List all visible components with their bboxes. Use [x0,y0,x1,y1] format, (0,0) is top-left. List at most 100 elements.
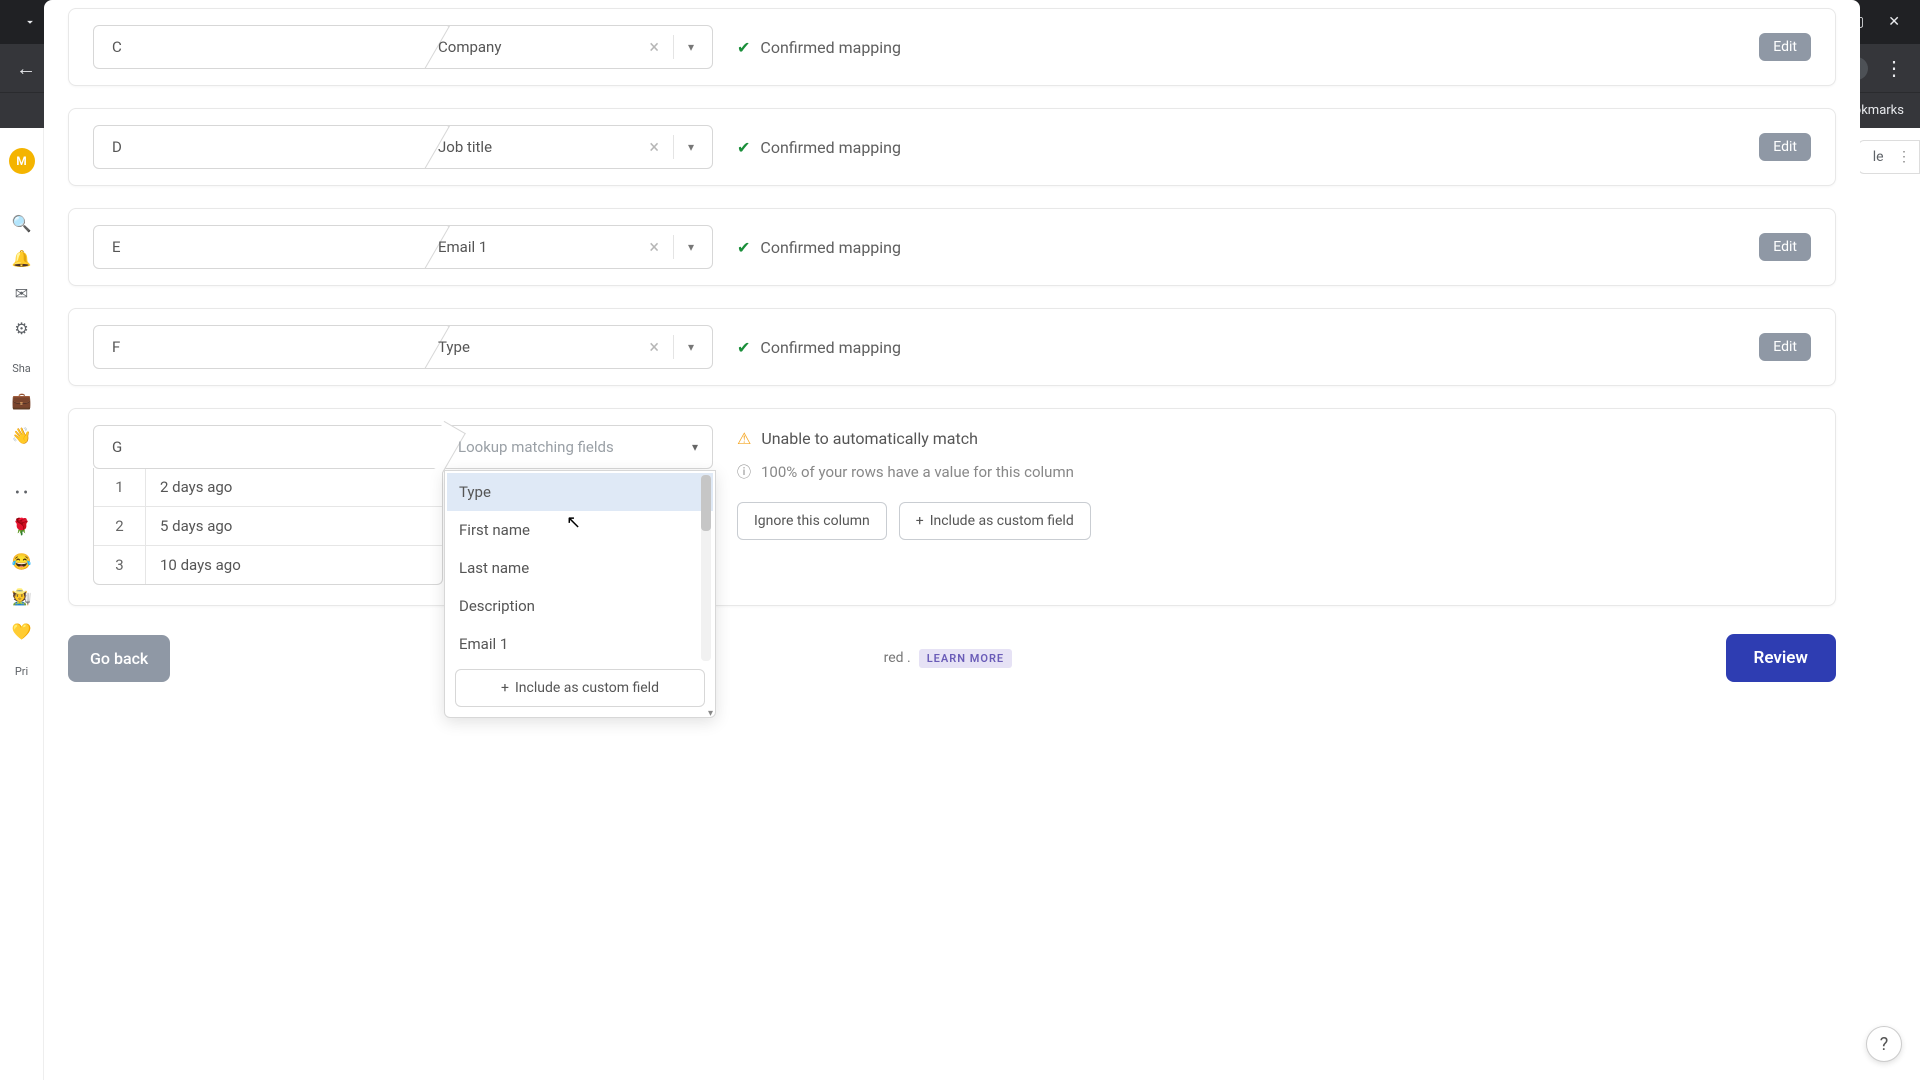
field-dropdown: Type First name Last name Description Em… [444,470,716,718]
mapping-row-d: D Job title × ▾ ✔ Confirmed mapping Edit [68,108,1836,186]
info-line: ⓘ 100% of your rows have a value for thi… [737,462,1091,482]
field-label: Job title [438,138,635,156]
sample-data-table: 1 2 days ago 2 5 days ago 3 10 days ago [93,468,443,585]
dropdown-scroll[interactable]: Type First name Last name Description Em… [447,473,713,663]
dropdown-option-email1[interactable]: Email 1 [447,625,713,663]
clear-icon[interactable]: × [645,337,663,358]
column-chip: F Type × ▾ [93,325,713,369]
footer-text-fragment: red . [884,650,911,666]
group-emoji-2[interactable]: 👋 [12,426,32,445]
mapping-row-f: F Type × ▾ ✔ Confirmed mapping Edit [68,308,1836,386]
check-icon: ✔ [737,38,750,57]
column-chip: G Lookup matching fields ▾ Type First na… [93,425,713,469]
row-value: 10 days ago [146,546,442,584]
dropdown-include-custom-field[interactable]: + Include as custom field [455,669,705,707]
mapping-status: ✔ Confirmed mapping [737,38,1735,57]
edit-button[interactable]: Edit [1759,233,1811,261]
rail-section-shared: Sha [12,362,31,375]
mapping-status: ✔ Confirmed mapping [737,138,1735,157]
learn-more-badge[interactable]: LEARN MORE [919,649,1012,668]
chevron-down-icon[interactable]: ▾ [684,140,698,154]
clear-icon[interactable]: × [645,37,663,58]
row-number: 3 [94,546,146,584]
chevron-down-icon[interactable]: ▾ [708,708,713,719]
column-g-left: G Lookup matching fields ▾ Type First na… [93,425,713,585]
edit-button[interactable]: Edit [1759,333,1811,361]
info-text: 100% of your rows have a value for this … [761,463,1074,481]
dropdown-option-last-name[interactable]: Last name [447,549,713,587]
check-icon: ✔ [737,138,750,157]
info-icon: ⓘ [737,462,751,482]
more-icon[interactable]: • • [15,485,28,501]
chevron-down-icon [23,15,37,29]
check-icon: ✔ [737,238,750,257]
bell-icon[interactable]: 🔔 [12,249,32,268]
column-letter: G [94,426,444,468]
row-number: 2 [94,507,146,545]
chevron-down-icon[interactable]: ▾ [684,40,698,54]
clear-icon[interactable]: × [645,237,663,258]
background-peek: le ⋮ [1858,140,1920,174]
plus-icon: + [916,513,924,529]
mapping-status: ✔ Confirmed mapping [737,238,1735,257]
footer-info: red . LEARN MORE [186,649,1709,668]
group-emoji-5[interactable]: 🧑‍🌾 [12,587,32,606]
column-g-right: ⚠ Unable to automatically match ⓘ 100% o… [737,425,1091,540]
field-select[interactable]: Email 1 × ▾ [424,235,712,259]
browser-menu-button[interactable]: ⋮ [1880,56,1908,80]
group-emoji-6[interactable]: 💛 [12,622,32,641]
clear-icon[interactable]: × [645,137,663,158]
field-select[interactable]: Job title × ▾ [424,135,712,159]
dots-icon: ⋮ [1897,149,1911,165]
field-label: Email 1 [438,238,635,256]
group-emoji-3[interactable]: 🌹 [12,517,32,536]
group-emoji-1[interactable]: 💼 [12,391,32,410]
group-emoji-4[interactable]: 😂 [12,552,32,571]
workspace-avatar[interactable]: M [9,148,35,174]
chevron-down-icon[interactable]: ▾ [692,440,698,454]
field-select[interactable]: Type × ▾ [424,335,712,359]
back-button[interactable]: ← [12,56,40,81]
dropdown-option-first-name[interactable]: First name [447,511,713,549]
chevron-down-icon[interactable]: ▾ [684,240,698,254]
row-value: 5 days ago [146,507,442,545]
close-window-button[interactable]: ✕ [1888,14,1900,30]
column-letter: F [94,338,424,356]
scrollbar-thumb[interactable] [701,475,711,531]
warning-text: Unable to automatically match [761,429,978,448]
dropdown-option-description[interactable]: Description [447,587,713,625]
gear-icon[interactable]: ⚙ [14,319,28,338]
search-icon[interactable]: 🔍 [12,214,32,233]
status-text: Confirmed mapping [760,138,901,157]
edit-button[interactable]: Edit [1759,33,1811,61]
check-icon: ✔ [737,338,750,357]
mapping-row-e: E Email 1 × ▾ ✔ Confirmed mapping Edit [68,208,1836,286]
lookup-field-select[interactable]: Lookup matching fields ▾ [444,438,712,456]
dropdown-option-type[interactable]: Type [447,473,713,511]
table-row: 1 2 days ago [94,468,442,506]
lookup-placeholder: Lookup matching fields [458,438,692,456]
mail-icon[interactable]: ✉ [15,284,28,303]
review-button[interactable]: Review [1726,634,1836,682]
status-text: Confirmed mapping [760,38,901,57]
include-custom-field-button[interactable]: + Include as custom field [899,502,1091,540]
row-number: 1 [94,468,146,506]
ignore-column-button[interactable]: Ignore this column [737,502,887,540]
column-chip: E Email 1 × ▾ [93,225,713,269]
edit-button[interactable]: Edit [1759,133,1811,161]
field-label: Type [438,338,635,356]
column-chip: C Company × ▾ [93,25,713,69]
chevron-down-icon[interactable]: ▾ [684,340,698,354]
warning-line: ⚠ Unable to automatically match [737,429,1091,448]
go-back-button[interactable]: Go back [68,635,170,682]
column-letter: C [94,38,424,56]
rail-section-private: Pri [15,665,28,678]
left-rail: M 🔍 🔔 ✉ ⚙ Sha 💼 👋 • • 🌹 😂 🧑‍🌾 💛 Pri [0,128,44,1080]
mapping-row-g: G Lookup matching fields ▾ Type First na… [68,408,1836,606]
row-value: 2 days ago [146,468,442,506]
help-button[interactable]: ? [1866,1026,1902,1062]
field-select[interactable]: Company × ▾ [424,35,712,59]
column-g-actions: Ignore this column + Include as custom f… [737,502,1091,540]
status-text: Confirmed mapping [760,338,901,357]
mapping-status: ✔ Confirmed mapping [737,338,1735,357]
